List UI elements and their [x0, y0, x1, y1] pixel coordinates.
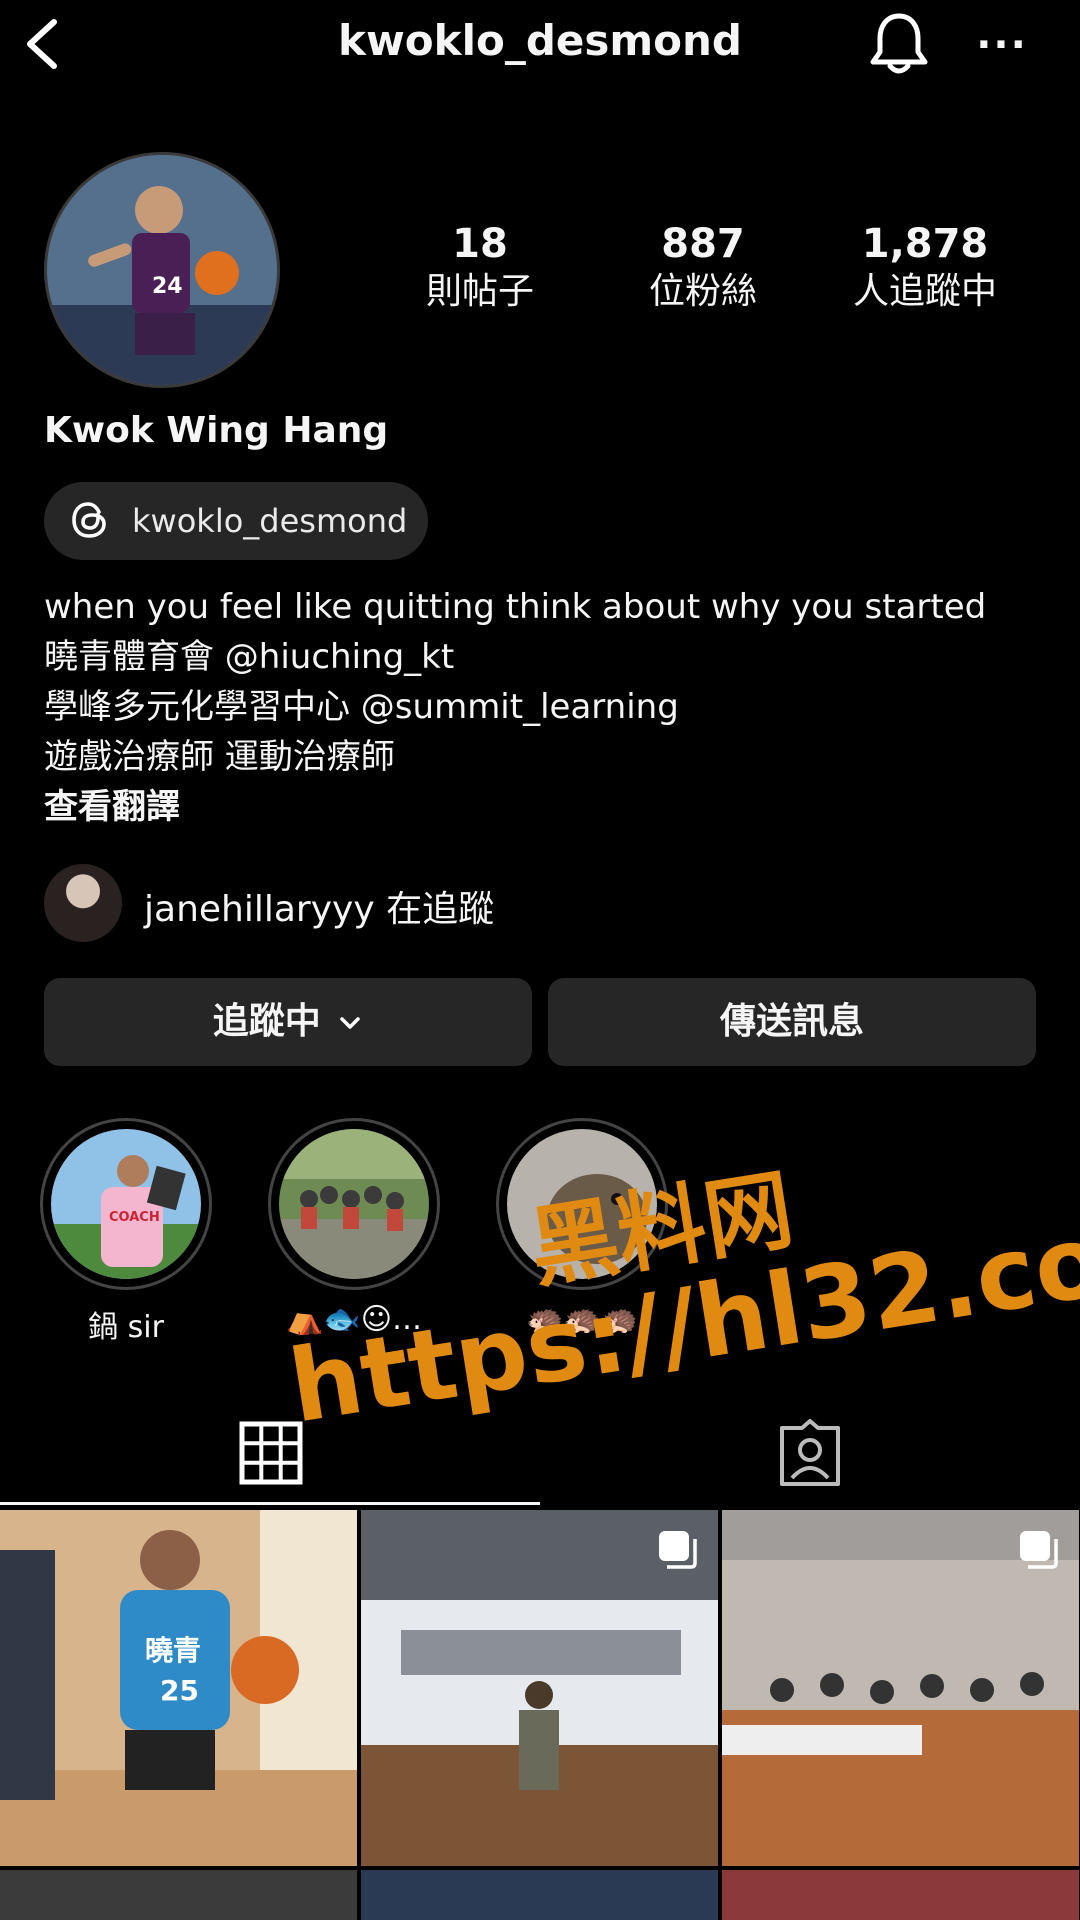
- post-thumbnail[interactable]: [722, 1870, 1079, 1920]
- profile-full-name: Kwok Wing Hang: [44, 410, 389, 451]
- post-thumbnail[interactable]: [722, 1510, 1079, 1866]
- following-button-label: 追蹤中: [212, 1001, 321, 1042]
- following-button[interactable]: 追蹤中: [44, 978, 532, 1066]
- tagged-tab-icon[interactable]: [776, 1418, 844, 1488]
- posts-count: 18: [452, 221, 508, 267]
- bio: when you feel like quitting think about …: [44, 582, 1044, 832]
- highlight-label: 鍋 sir: [88, 1310, 164, 1345]
- message-button[interactable]: 傳送訊息: [548, 978, 1036, 1066]
- highlight-cover: [279, 1129, 429, 1279]
- bio-line: when you feel like quitting think about …: [44, 587, 987, 627]
- following-stat[interactable]: 1,878 人追蹤中: [820, 220, 1030, 316]
- post-thumbnail[interactable]: [361, 1870, 718, 1920]
- multi-image-icon: [1017, 1528, 1061, 1572]
- svg-text:25: 25: [160, 1674, 199, 1707]
- highlight-ring: [268, 1118, 440, 1290]
- message-button-label: 傳送訊息: [719, 1001, 864, 1042]
- following-label: 人追蹤中: [852, 271, 997, 312]
- highlight-item[interactable]: COACH 鍋 sir: [40, 1118, 212, 1346]
- highlight-item[interactable]: ⛺🐟☺…: [268, 1118, 440, 1337]
- highlight-cover: COACH: [51, 1129, 201, 1279]
- followers-count: 887: [661, 221, 745, 267]
- profile-avatar[interactable]: 24: [44, 152, 280, 388]
- follower-avatar: [44, 864, 122, 942]
- posts-stat[interactable]: 18 則帖子: [375, 220, 585, 316]
- highlight-ring: COACH: [40, 1118, 212, 1290]
- threads-link[interactable]: kwoklo_desmond: [44, 482, 428, 560]
- bio-line[interactable]: 學峰多元化學習中心 @summit_learning: [44, 682, 1044, 732]
- grid-tab-icon[interactable]: [238, 1420, 304, 1486]
- followers-stat[interactable]: 887 位粉絲: [598, 220, 808, 316]
- bio-line[interactable]: 曉青體育會 @hiuching_kt: [44, 632, 1044, 682]
- more-horizontal-icon[interactable]: ···: [975, 20, 1029, 70]
- svg-text:24: 24: [152, 274, 183, 299]
- posts-label: 則帖子: [425, 271, 534, 312]
- threads-handle: kwoklo_desmond: [132, 502, 408, 540]
- svg-text:COACH: COACH: [109, 1210, 160, 1225]
- followers-label: 位粉絲: [648, 271, 757, 312]
- see-translation-link[interactable]: 查看翻譯: [44, 782, 1044, 832]
- active-tab-indicator: [0, 1502, 540, 1505]
- svg-text:曉青: 曉青: [145, 1634, 201, 1667]
- top-bar: kwoklo_desmond ···: [0, 0, 1080, 90]
- chevron-down-icon: [340, 1017, 361, 1029]
- following-count: 1,878: [861, 221, 989, 267]
- post-thumbnail[interactable]: 曉青 25: [0, 1510, 357, 1866]
- threads-icon: [68, 498, 112, 542]
- followed-by-text: janehillaryyy 在追蹤: [144, 889, 495, 930]
- post-thumbnail[interactable]: [361, 1510, 718, 1866]
- bio-line: 遊戲治療師 運動治療師: [44, 737, 395, 777]
- bell-icon[interactable]: [868, 10, 930, 76]
- post-thumbnail[interactable]: [0, 1870, 357, 1920]
- multi-image-icon: [656, 1528, 700, 1572]
